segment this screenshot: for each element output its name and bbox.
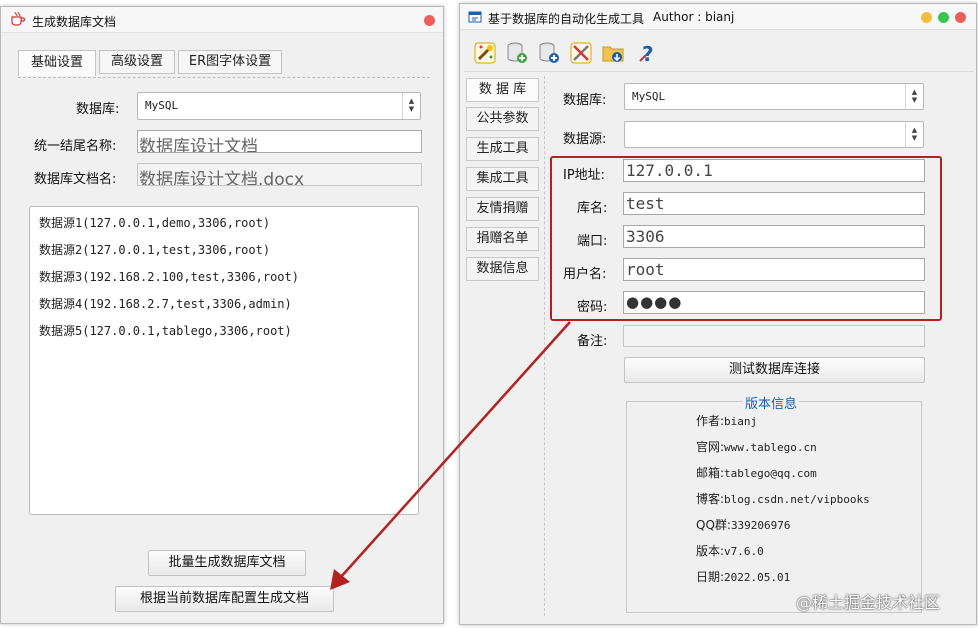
watermark-text: @稀土掘金技术社区 xyxy=(796,593,941,612)
annotation-arrow xyxy=(330,321,571,590)
